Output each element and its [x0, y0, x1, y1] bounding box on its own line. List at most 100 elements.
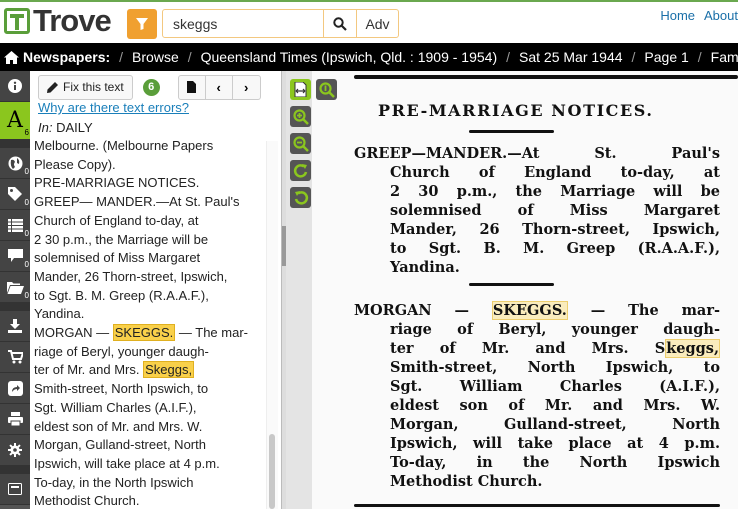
sidebar-item-comments[interactable]: 0 [0, 241, 30, 272]
trove-logo-icon [4, 8, 30, 34]
sidebar-item-info[interactable] [0, 71, 30, 102]
rotate-counterclockwise-button[interactable] [290, 187, 311, 208]
sidebar-item-print[interactable] [0, 404, 30, 435]
newspaper-line: Mander, 26 Thorn-street, Ipswich, [390, 221, 720, 238]
document-icon [187, 81, 197, 93]
advanced-search-button[interactable]: Adv [356, 9, 399, 38]
sidebar-item-download[interactable] [0, 311, 30, 342]
tag-icon [8, 187, 22, 201]
globe-icon [8, 156, 22, 170]
newspaper-line: GREEP—MANDER.—At St. Paul's [354, 145, 720, 162]
newspaper-line: MORGAN — SKEGGS. — The mar- [354, 301, 720, 320]
breadcrumb: Newspapers: / Browse / Queensland Times (I… [0, 43, 738, 71]
map-count: 0 [24, 167, 29, 176]
sidebar-item-share[interactable] [0, 373, 30, 404]
collections-count: 0 [24, 291, 29, 300]
newspaper-line: ter of Mr. and Mrs. Skeggs, [354, 339, 720, 358]
fix-text-button[interactable]: Fix this text [38, 74, 133, 100]
breadcrumb-home[interactable]: Newspapers: [4, 49, 110, 65]
home-link[interactable]: Home [660, 8, 695, 23]
article-sidebar: A 6 0 0 0 0 0 [0, 71, 30, 509]
text-errors-link[interactable]: Why are there text errors? [38, 100, 189, 115]
newspaper-line: riage of Beryl, younger daugh- [390, 321, 720, 338]
breadcrumb-date[interactable]: Sat 25 Mar 1944 [519, 49, 623, 65]
ocr-line: GREEP— MANDER.—At St. Paul's [34, 194, 240, 210]
fit-width-button[interactable] [290, 79, 311, 100]
filter-button[interactable] [127, 9, 157, 39]
newspaper-line: Sgt. William Charles (A.I.F.), [390, 378, 720, 395]
breadcrumb-page[interactable]: Page 1 [644, 49, 688, 65]
filter-icon [136, 18, 148, 30]
lists-count: 0 [24, 229, 29, 238]
newspaper-line: Ipswich, will take place at 4 p.m. [390, 435, 720, 452]
ocr-text-segment: ter of Mr. and Mrs. [34, 362, 144, 378]
rotate-clockwise-button[interactable] [290, 160, 311, 181]
pencil-icon [47, 81, 58, 93]
search-highlight: Skeggs, [143, 361, 195, 379]
ocr-text-segment: — The mar- [175, 325, 248, 341]
settings-icon [8, 443, 22, 457]
breadcrumb-browse[interactable]: Browse [132, 49, 179, 65]
download-icon [8, 319, 22, 333]
next-button[interactable]: › [233, 76, 260, 99]
newspaper-page[interactable]: PRE-MARRIAGE NOTICES. GREEP—MANDER.—At S… [312, 71, 738, 509]
breadcrumb-root[interactable]: Newspapers: [23, 49, 110, 65]
comments-count: 0 [24, 260, 29, 269]
ocr-line: Ipswich, will take place at 4 p.m. [34, 455, 220, 471]
text-scrollbar-thumb[interactable] [269, 434, 275, 509]
ocr-line: to Sgt. B. M. Greep (R.A.A.F.), [34, 287, 209, 303]
in-section: In: DAILY [38, 120, 93, 135]
ocr-line: PRE-MARRIAGE NOTICES. [34, 175, 200, 191]
corrections-count-badge: 6 [142, 78, 160, 96]
sidebar-item-buy[interactable] [0, 342, 30, 373]
ocr-line: Smith-street, North Ipswich, to [34, 381, 209, 397]
page-view-button[interactable] [179, 75, 206, 99]
search-highlight: SKEGGS. [112, 324, 176, 342]
newspaper-line: Methodist Church. [390, 473, 543, 490]
in-label: In: [38, 120, 53, 135]
fix-text-label: Fix this text [63, 80, 124, 94]
cart-icon [7, 350, 23, 364]
newspaper-line: 2 30 p.m., the Marriage will be [390, 183, 720, 200]
sidebar-item-lists[interactable]: 0 [0, 210, 30, 241]
trove-logo[interactable]: Trove [4, 5, 112, 36]
newspaper-line: Morgan, Gulland-street, North [390, 416, 720, 433]
image-search-highlight: keggs, [665, 339, 720, 358]
zoom-reset-button[interactable] [316, 79, 337, 100]
image-zoom-controls [290, 79, 311, 214]
home-icon [4, 50, 19, 64]
top-rule [354, 75, 738, 79]
ocr-line: Morgan, Gulland-street, North [34, 437, 206, 453]
search-button[interactable] [323, 9, 357, 38]
newspaper-heading: PRE-MARRIAGE NOTICES. [378, 101, 654, 120]
newspaper-line: Smith-street, North Ipswich, to [390, 359, 720, 376]
breadcrumb-category[interactable]: Family Notices [711, 49, 738, 65]
sidebar-item-cite[interactable] [0, 474, 30, 505]
zoom-in-button[interactable] [290, 106, 311, 127]
rotate-counterclockwise-icon [294, 190, 308, 205]
sidebar-item-settings[interactable] [0, 435, 30, 466]
newspaper-line: to Sgt. B. M. Greep (R.A.A.F.), [390, 240, 720, 257]
newspaper-paragraph-1: GREEP—MANDER.—At St. Paul's Church of En… [354, 144, 720, 277]
newspaper-text-segment: ter of Mr. and Mrs. S [390, 340, 666, 357]
newspaper-line: solemnised of Miss Margaret [390, 202, 720, 219]
sidebar-item-tags[interactable]: 0 [0, 179, 30, 210]
info-icon [8, 79, 22, 93]
search-input[interactable]: skeggs [162, 9, 324, 38]
sidebar-item-map[interactable]: 0 [0, 148, 30, 179]
breadcrumb-title[interactable]: Queensland Times (Ipswich, Qld. : 1909 -… [201, 49, 497, 65]
ocr-line: Yandina. [34, 306, 85, 322]
ocr-line: Sgt. William Charles (A.I.F.), [34, 399, 197, 415]
sidebar-item-text[interactable]: A 6 [0, 102, 30, 140]
tags-count: 0 [24, 198, 29, 207]
newspaper-image-panel: PRE-MARRIAGE NOTICES. GREEP—MANDER.—At S… [286, 71, 738, 509]
about-link[interactable]: About [704, 8, 738, 23]
text-scrollbar[interactable] [266, 141, 278, 509]
ocr-line: Please Copy). [34, 156, 116, 172]
zoom-out-icon [292, 135, 309, 152]
sidebar-item-collections[interactable]: 0 [0, 272, 30, 303]
zoom-out-button[interactable] [290, 133, 311, 154]
previous-button[interactable]: ‹ [206, 75, 233, 99]
in-value: DAILY [56, 120, 93, 135]
ocr-text-segment: MORGAN — [34, 325, 113, 341]
